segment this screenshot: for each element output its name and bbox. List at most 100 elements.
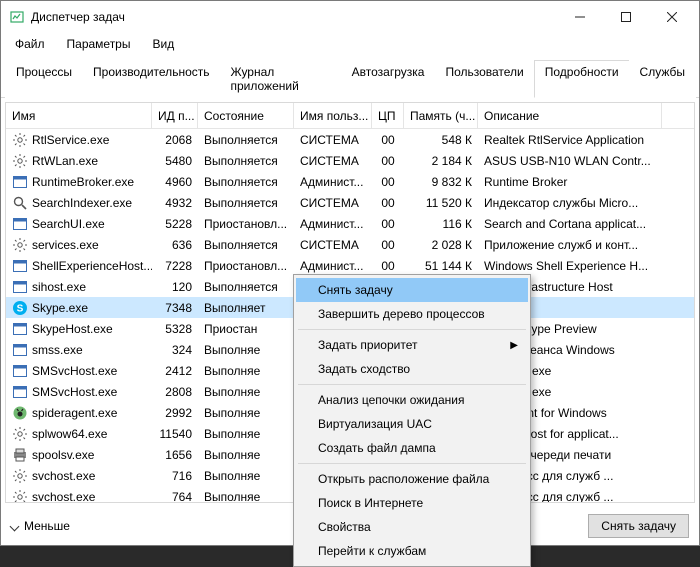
process-mem: 9 832 К bbox=[404, 175, 478, 189]
process-user: Админист... bbox=[294, 175, 372, 189]
tab-services[interactable]: Службы bbox=[629, 60, 696, 98]
process-desc: Приложение служб и конт... bbox=[478, 238, 662, 252]
tab-processes[interactable]: Процессы bbox=[5, 60, 83, 98]
table-row[interactable]: SearchIndexer.exe4932ВыполняетсяСИСТЕМА0… bbox=[6, 192, 694, 213]
process-pid: 5228 bbox=[152, 217, 198, 231]
process-status: Выполняется bbox=[198, 238, 294, 252]
tab-users[interactable]: Пользователи bbox=[434, 60, 534, 98]
process-icon bbox=[12, 342, 28, 358]
process-pid: 2068 bbox=[152, 133, 198, 147]
menu-file[interactable]: Файл bbox=[7, 35, 53, 53]
context-menu: Снять задачу Завершить дерево процессов … bbox=[293, 274, 531, 567]
process-icon bbox=[12, 447, 28, 463]
process-pid: 4932 bbox=[152, 196, 198, 210]
process-cpu: 00 bbox=[372, 175, 404, 189]
process-name: svchost.exe bbox=[32, 490, 95, 503]
col-user[interactable]: Имя польз... bbox=[294, 103, 372, 128]
window-title: Диспетчер задач bbox=[31, 10, 125, 24]
ctx-uac[interactable]: Виртуализация UAC bbox=[296, 412, 528, 436]
process-desc: ASUS USB-N10 WLAN Contr... bbox=[478, 154, 662, 168]
col-description[interactable]: Описание bbox=[478, 103, 662, 128]
process-name: spoolsv.exe bbox=[32, 448, 94, 462]
process-name: services.exe bbox=[32, 238, 99, 252]
process-status: Выполняе bbox=[198, 406, 294, 420]
tab-details[interactable]: Подробности bbox=[534, 60, 630, 98]
process-name: sihost.exe bbox=[32, 280, 86, 294]
menu-options[interactable]: Параметры bbox=[59, 35, 139, 53]
process-icon: S bbox=[12, 300, 28, 316]
titlebar: Диспетчер задач bbox=[1, 1, 699, 33]
process-icon bbox=[12, 279, 28, 295]
ctx-end-tree[interactable]: Завершить дерево процессов bbox=[296, 302, 528, 326]
ctx-dump[interactable]: Создать файл дампа bbox=[296, 436, 528, 460]
process-pid: 636 bbox=[152, 238, 198, 252]
tab-apphistory[interactable]: Журнал приложений bbox=[220, 60, 342, 98]
process-icon bbox=[12, 363, 28, 379]
process-user: СИСТЕМА bbox=[294, 196, 372, 210]
process-mem: 51 144 К bbox=[404, 259, 478, 273]
col-pid[interactable]: ИД п... bbox=[152, 103, 198, 128]
process-pid: 4960 bbox=[152, 175, 198, 189]
process-pid: 764 bbox=[152, 490, 198, 503]
process-cpu: 00 bbox=[372, 238, 404, 252]
ctx-search-online[interactable]: Поиск в Интернете bbox=[296, 491, 528, 515]
process-icon bbox=[12, 426, 28, 442]
process-name: SMSvcHost.exe bbox=[32, 364, 117, 378]
ctx-wait-chain[interactable]: Анализ цепочки ожидания bbox=[296, 388, 528, 412]
ctx-priority-label: Задать приоритет bbox=[318, 338, 417, 352]
table-row[interactable]: SearchUI.exe5228Приостановл...Админист..… bbox=[6, 213, 694, 234]
process-icon bbox=[12, 153, 28, 169]
table-row[interactable]: RuntimeBroker.exe4960ВыполняетсяАдминист… bbox=[6, 171, 694, 192]
process-status: Выполняется bbox=[198, 133, 294, 147]
table-row[interactable]: ShellExperienceHost....7228Приостановл..… bbox=[6, 255, 694, 276]
close-button[interactable] bbox=[649, 2, 695, 32]
process-desc: Windows Shell Experience H... bbox=[478, 259, 662, 273]
process-status: Выполняе bbox=[198, 490, 294, 503]
tab-startup[interactable]: Автозагрузка bbox=[341, 60, 436, 98]
process-name: svchost.exe bbox=[32, 469, 95, 483]
process-name: SearchIndexer.exe bbox=[32, 196, 132, 210]
process-user: СИСТЕМА bbox=[294, 133, 372, 147]
ctx-affinity[interactable]: Задать сходство bbox=[296, 357, 528, 381]
ctx-end-task[interactable]: Снять задачу bbox=[296, 278, 528, 302]
process-status: Приостановл... bbox=[198, 217, 294, 231]
process-icon bbox=[12, 405, 28, 421]
process-desc: Индексатор службы Micro... bbox=[478, 196, 662, 210]
process-desc: Search and Cortana applicat... bbox=[478, 217, 662, 231]
minimize-button[interactable] bbox=[557, 2, 603, 32]
column-headers: Имя ИД п... Состояние Имя польз... ЦП Па… bbox=[6, 103, 694, 129]
col-status[interactable]: Состояние bbox=[198, 103, 294, 128]
process-cpu: 00 bbox=[372, 133, 404, 147]
process-status: Выполняе bbox=[198, 448, 294, 462]
ctx-goto-services[interactable]: Перейти к службам bbox=[296, 539, 528, 563]
process-status: Выполняе bbox=[198, 469, 294, 483]
chevron-up-icon bbox=[10, 521, 20, 531]
process-pid: 716 bbox=[152, 469, 198, 483]
process-name: smss.exe bbox=[32, 343, 83, 357]
table-row[interactable]: RtWLan.exe5480ВыполняетсяСИСТЕМА002 184 … bbox=[6, 150, 694, 171]
process-pid: 5328 bbox=[152, 322, 198, 336]
col-cpu[interactable]: ЦП bbox=[372, 103, 404, 128]
process-status: Выполняе bbox=[198, 427, 294, 441]
col-name[interactable]: Имя bbox=[6, 103, 152, 128]
maximize-button[interactable] bbox=[603, 2, 649, 32]
table-row[interactable]: services.exe636ВыполняетсяСИСТЕМА002 028… bbox=[6, 234, 694, 255]
col-memory[interactable]: Память (ч... bbox=[404, 103, 478, 128]
process-pid: 7228 bbox=[152, 259, 198, 273]
menu-view[interactable]: Вид bbox=[144, 35, 182, 53]
process-icon bbox=[12, 468, 28, 484]
ctx-priority[interactable]: Задать приоритет▶ bbox=[296, 333, 528, 357]
table-row[interactable]: RtlService.exe2068ВыполняетсяСИСТЕМА0054… bbox=[6, 129, 694, 150]
process-user: Админист... bbox=[294, 259, 372, 273]
process-pid: 2808 bbox=[152, 385, 198, 399]
fewer-details-toggle[interactable]: Меньше bbox=[11, 519, 70, 533]
tab-performance[interactable]: Производительность bbox=[82, 60, 220, 98]
process-cpu: 00 bbox=[372, 259, 404, 273]
tabs: Процессы Производительность Журнал прило… bbox=[1, 55, 699, 98]
process-desc: Runtime Broker bbox=[478, 175, 662, 189]
ctx-open-location[interactable]: Открыть расположение файла bbox=[296, 467, 528, 491]
process-pid: 120 bbox=[152, 280, 198, 294]
ctx-properties[interactable]: Свойства bbox=[296, 515, 528, 539]
end-task-button[interactable]: Снять задачу bbox=[588, 514, 689, 538]
process-pid: 5480 bbox=[152, 154, 198, 168]
